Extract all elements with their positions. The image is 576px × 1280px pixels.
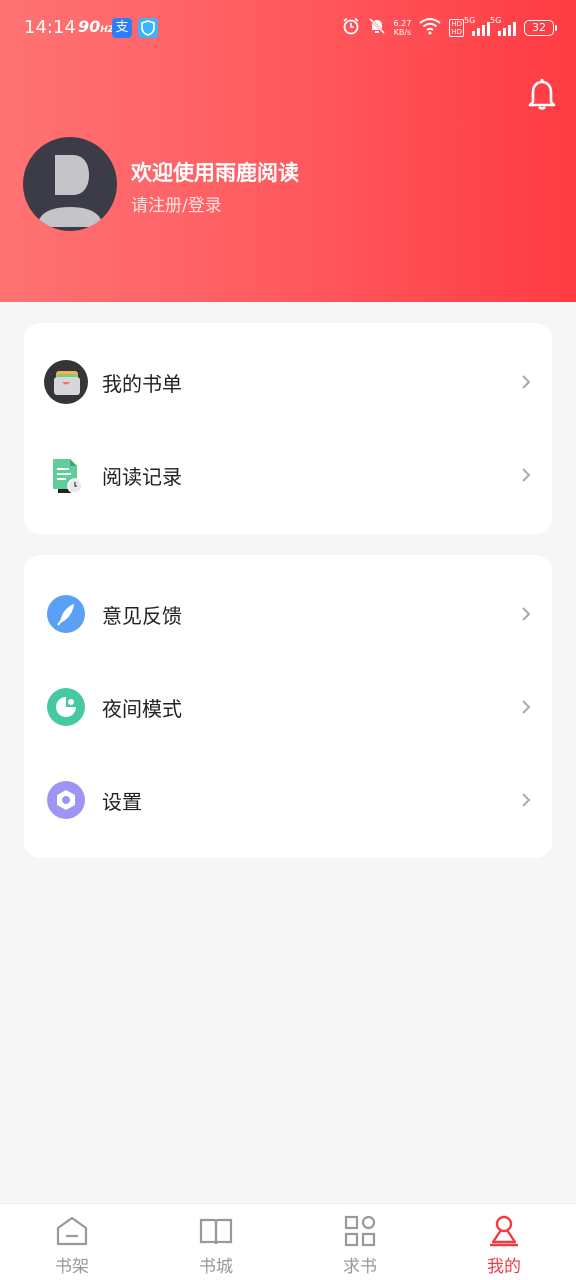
booklist-wallet-icon <box>44 360 88 404</box>
bottom-navigation: 书架 书城 求书 我的 <box>0 1203 576 1280</box>
book-store-icon <box>199 1214 233 1248</box>
mute-icon <box>368 17 386 40</box>
menu-item-night-mode[interactable]: 夜间模式 <box>24 669 552 745</box>
request-book-icon <box>343 1214 377 1248</box>
net-speed: 6.27 KB/s <box>393 19 412 37</box>
shield-app-icon <box>138 18 158 38</box>
menu-card-reading: 我的书单 阅读记录 <box>24 323 552 534</box>
hd-badge: HD HD <box>449 19 464 37</box>
nav-tab-bookshelf[interactable]: 书架 <box>0 1204 144 1280</box>
alarm-icon <box>342 17 360 40</box>
menu-label: 阅读记录 <box>102 465 182 489</box>
welcome-title: 欢迎使用雨鹿阅读 <box>131 161 299 185</box>
menu-item-settings[interactable]: 设置 <box>24 762 552 838</box>
wifi-icon <box>419 17 441 40</box>
feedback-feather-icon <box>44 592 88 636</box>
bookshelf-icon <box>55 1214 89 1248</box>
nav-tab-bookstore[interactable]: 书城 <box>144 1204 288 1280</box>
profile-icon <box>487 1214 521 1248</box>
nav-label: 书架 <box>55 1257 89 1277</box>
login-register-link[interactable]: 请注册/登录 <box>131 191 222 216</box>
status-time: 14:14 <box>24 17 76 38</box>
night-mode-icon <box>44 685 88 729</box>
battery-icon: 32 <box>524 20 557 36</box>
chevron-right-icon <box>520 604 532 624</box>
menu-card-settings: 意见反馈 夜间模式 设置 <box>24 555 552 858</box>
avatar[interactable] <box>23 137 117 231</box>
status-bar: 14:14 90HZ 支 6.27 KB/s HD HD 5G 5G 32 <box>0 0 576 56</box>
nav-label: 书城 <box>199 1257 233 1277</box>
reading-history-icon <box>44 453 88 497</box>
menu-item-reading-history[interactable]: 阅读记录 <box>24 437 552 513</box>
nav-tab-mine[interactable]: 我的 <box>432 1204 576 1280</box>
menu-label: 夜间模式 <box>102 697 182 721</box>
signal-icon: 5G <box>490 16 516 36</box>
nav-tab-request-book[interactable]: 求书 <box>288 1204 432 1280</box>
refresh-rate: 90HZ <box>78 17 115 36</box>
menu-item-booklist[interactable]: 我的书单 <box>24 344 552 420</box>
chevron-right-icon <box>520 372 532 392</box>
chevron-right-icon <box>520 790 532 810</box>
menu-label: 意见反馈 <box>102 604 182 628</box>
chevron-right-icon <box>520 697 532 717</box>
menu-label: 我的书单 <box>102 372 182 396</box>
settings-hexagon-icon <box>44 778 88 822</box>
signal-icon: 5G <box>464 16 490 36</box>
nav-label: 我的 <box>487 1257 521 1277</box>
nav-label: 求书 <box>343 1257 377 1277</box>
alipay-icon: 支 <box>112 18 132 38</box>
chevron-right-icon <box>520 465 532 485</box>
bell-icon[interactable] <box>524 76 560 112</box>
menu-label: 设置 <box>102 790 142 814</box>
menu-item-feedback[interactable]: 意见反馈 <box>24 576 552 652</box>
